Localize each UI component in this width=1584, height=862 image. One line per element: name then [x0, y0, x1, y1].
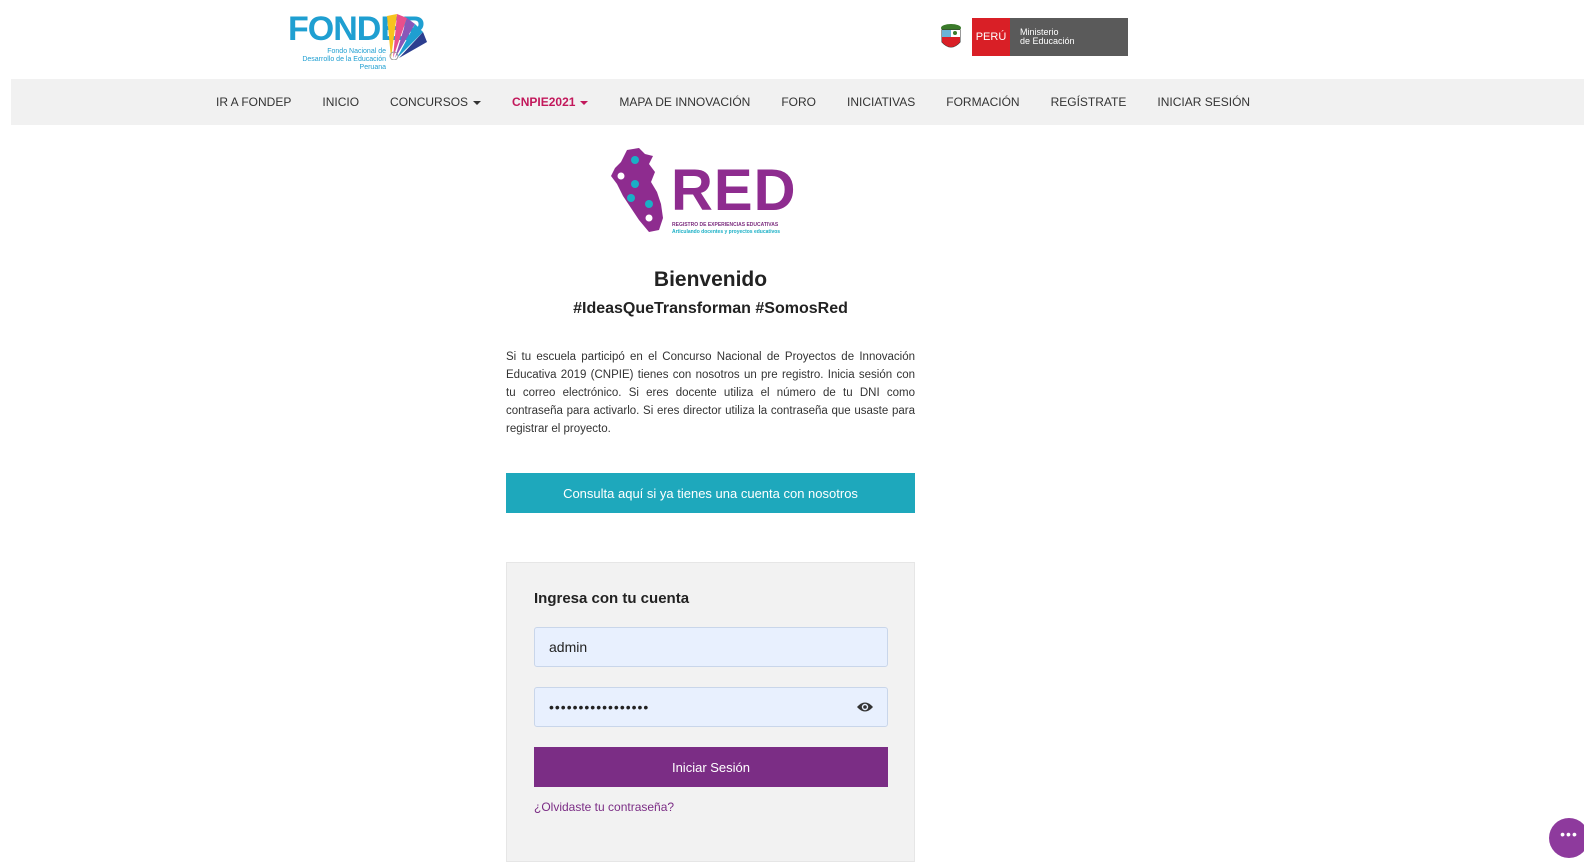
nav-item-cnpie2021[interactable]: CNPIE2021: [512, 95, 589, 109]
ministry-line-2: de Educación: [1020, 36, 1075, 46]
forgot-password-link[interactable]: ¿Olvidaste tu contraseña?: [534, 800, 674, 814]
peru-label: PERÚ: [972, 18, 1010, 56]
fondep-logo-subtitle: Fondo Nacional de Desarrollo de la Educa…: [302, 48, 386, 71]
fondep-fan-icon: [387, 14, 427, 60]
chat-dots-icon: •••: [1560, 826, 1578, 842]
username-input[interactable]: [534, 627, 888, 667]
nav-item-cnpie2021-label: CNPIE2021: [512, 95, 576, 109]
peru-shield-icon: [941, 24, 961, 48]
consult-account-button[interactable]: Consulta aquí si ya tienes una cuenta co…: [506, 473, 915, 513]
login-button[interactable]: Iniciar Sesión: [534, 747, 888, 787]
nav-item-iniciar-sesion[interactable]: INICIAR SESIÓN: [1157, 95, 1250, 109]
page-title: Bienvenido: [653, 268, 768, 291]
peru-map-icon: [611, 148, 663, 232]
intro-paragraph: Si tu escuela participó en el Concurso N…: [506, 351, 915, 435]
ministry-label: Ministerio de Educación: [1010, 18, 1128, 56]
nav-item-inicio[interactable]: INICIO: [322, 95, 359, 109]
login-panel-title: Ingresa con tu cuenta: [534, 590, 690, 607]
main-nav: IR A FONDEP INICIO CONCURSOS CNPIE2021 M…: [11, 79, 1584, 125]
nav-item-mapa-de-innovacion[interactable]: MAPA DE INNOVACIÓN: [619, 95, 750, 109]
chat-widget-button[interactable]: •••: [1549, 818, 1584, 858]
chevron-down-icon: [580, 100, 589, 105]
eye-icon[interactable]: [856, 700, 874, 714]
password-input[interactable]: [534, 687, 888, 727]
nav-item-registrate[interactable]: REGÍSTRATE: [1051, 95, 1127, 109]
page-subtitle: #IdeasQueTransforman #SomosRed: [573, 300, 848, 317]
fondep-logo[interactable]: FONDEP Fondo Nacional de Desarrollo de l…: [288, 10, 428, 71]
red-logo-text: RED: [671, 158, 797, 223]
nav-item-concursos-label: CONCURSOS: [390, 95, 469, 109]
nav-item-foro[interactable]: FORO: [781, 95, 816, 109]
site-header: FONDEP Fondo Nacional de Desarrollo de l…: [0, 0, 1584, 79]
red-logo-tagline: Articulando docentes y proyectos educati…: [672, 229, 781, 235]
nav-item-formacion[interactable]: FORMACIÓN: [946, 95, 1019, 109]
nav-item-ir-a-fondep[interactable]: IR A FONDEP: [216, 95, 291, 109]
nav-item-iniciativas[interactable]: INICIATIVAS: [847, 95, 915, 109]
minedu-logo[interactable]: PERÚ Ministerio de Educación: [938, 18, 1128, 56]
chevron-down-icon: [473, 100, 482, 105]
red-logo-subtitle: REGISTRO DE EXPERIENCIAS EDUCATIVAS: [672, 222, 779, 228]
red-logo: RED REGISTRO DE EXPERIENCIAS EDUCATIVAS …: [609, 146, 809, 240]
nav-item-concursos[interactable]: CONCURSOS: [390, 95, 482, 109]
login-panel: Ingresa con tu cuenta Iniciar Sesión ¿Ol…: [506, 562, 915, 862]
